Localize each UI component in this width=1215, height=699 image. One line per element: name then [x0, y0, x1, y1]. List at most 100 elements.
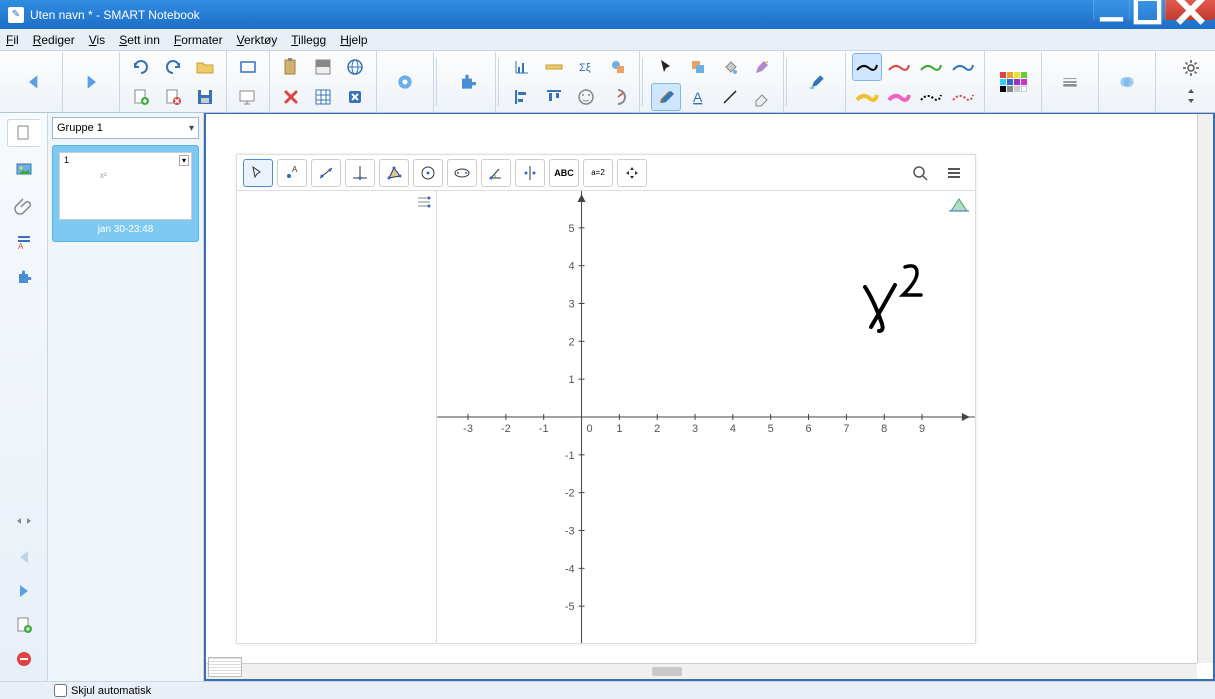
select-tool[interactable] [651, 53, 681, 81]
pen-tool[interactable] [651, 83, 681, 111]
text-tool[interactable]: A [683, 83, 713, 111]
menu-fil[interactable]: Fil [6, 33, 19, 47]
open-button[interactable] [190, 53, 220, 81]
menu-hjelp[interactable]: Hjelp [340, 33, 367, 47]
maximize-button[interactable] [1129, 0, 1165, 20]
ggb-ellipse-tool[interactable] [447, 159, 477, 187]
graph-button[interactable] [507, 53, 537, 81]
ggb-text-tool[interactable]: ABC [549, 159, 579, 187]
screen-capture-button[interactable] [233, 53, 263, 81]
thumb-menu-icon[interactable]: ▾ [179, 155, 189, 166]
ggb-menu-button[interactable] [939, 159, 969, 187]
nav-add-button[interactable] [7, 611, 41, 639]
pen-style-5[interactable] [852, 83, 882, 111]
move-sidebar-button[interactable] [7, 507, 41, 535]
add-page-button[interactable] [126, 83, 156, 111]
eraser-tool[interactable] [747, 83, 777, 111]
pen-style-8[interactable] [948, 83, 978, 111]
ggb-perpline-tool[interactable] [345, 159, 375, 187]
face-button[interactable] [571, 83, 601, 111]
h-scrollbar[interactable] [206, 663, 1197, 679]
tab-attachments[interactable] [7, 191, 41, 219]
math-button[interactable]: Σξ [571, 53, 601, 81]
ggb-graph-view[interactable]: -3-2-10 123456789 54321 -1-2-3-4-5 [437, 191, 975, 643]
tab-gallery[interactable] [7, 155, 41, 183]
ggb-point-tool[interactable]: A [277, 159, 307, 187]
response-button[interactable] [383, 60, 427, 104]
pen-style-2[interactable] [884, 53, 914, 81]
minimize-button[interactable] [1093, 0, 1129, 20]
save-button[interactable] [190, 83, 220, 111]
geogebra-widget[interactable]: A ABC a=2 [236, 154, 976, 644]
pen-style-3[interactable] [916, 53, 946, 81]
table-button[interactable] [308, 83, 338, 111]
ggb-move-tool[interactable] [243, 159, 273, 187]
next-page-button[interactable] [69, 60, 113, 104]
group-selector[interactable]: Gruppe 1 [52, 117, 199, 139]
addon-button[interactable] [445, 60, 489, 104]
prev-page-button[interactable] [12, 60, 56, 104]
delete-page-button[interactable] [158, 83, 188, 111]
v-scrollbar[interactable] [1197, 114, 1213, 663]
keyboard-icon[interactable] [208, 657, 242, 677]
menu-settinn[interactable]: Sett inn [119, 33, 160, 47]
nav-del-button[interactable] [7, 645, 41, 673]
ggb-angle-tool[interactable] [481, 159, 511, 187]
align-top-button[interactable] [539, 83, 569, 111]
screen-shade-button[interactable] [308, 53, 338, 81]
ggb-algebra-view[interactable] [237, 191, 437, 643]
settings-button[interactable] [1177, 55, 1205, 81]
menu-formater[interactable]: Formater [174, 33, 223, 47]
menu-rediger[interactable]: Rediger [33, 33, 75, 47]
hide-auto-checkbox[interactable] [54, 684, 67, 697]
tab-properties[interactable]: A [7, 227, 41, 255]
menu-vis[interactable]: Vis [89, 33, 105, 47]
measurement-button[interactable] [603, 83, 633, 111]
ggb-slider-tool[interactable]: a=2 [583, 159, 613, 187]
line-props-button[interactable] [1048, 60, 1092, 104]
reset-button[interactable] [340, 83, 370, 111]
svg-text:-5: -5 [565, 601, 575, 613]
pen-style-6[interactable] [884, 83, 914, 111]
color-picker-button[interactable] [991, 60, 1035, 104]
window-title: Uten navn * - SMART Notebook [30, 8, 200, 22]
svg-text:-1: -1 [539, 423, 549, 435]
highlighter-button[interactable] [795, 60, 839, 104]
svg-text:5: 5 [568, 223, 574, 235]
delete-button[interactable] [276, 83, 306, 111]
nav-prev-button[interactable] [7, 543, 41, 571]
ruler-button[interactable] [539, 53, 569, 81]
pen-style-7[interactable] [916, 83, 946, 111]
redo-button[interactable] [158, 53, 188, 81]
ggb-sort-icon[interactable] [416, 195, 432, 214]
ggb-reflect-tool[interactable] [515, 159, 545, 187]
fill-tool[interactable] [715, 53, 745, 81]
nav-next-button[interactable] [7, 577, 41, 605]
page-thumbnail[interactable]: 1 x² ▾ jan 30-23:48 [52, 145, 199, 242]
line-tool[interactable] [715, 83, 745, 111]
tab-addons[interactable] [7, 263, 41, 291]
close-button[interactable] [1165, 0, 1215, 20]
transparency-button[interactable] [1105, 60, 1149, 104]
ggb-circle-tool[interactable] [413, 159, 443, 187]
ggb-view-options-icon[interactable] [949, 197, 969, 218]
align-left-button[interactable] [507, 83, 537, 111]
menu-tillegg[interactable]: Tillegg [291, 33, 326, 47]
paste-button[interactable] [276, 53, 306, 81]
magic-pen-tool[interactable] [747, 53, 777, 81]
ggb-line-tool[interactable] [311, 159, 341, 187]
pen-style-4[interactable] [948, 53, 978, 81]
ggb-polygon-tool[interactable] [379, 159, 409, 187]
projector-button[interactable] [233, 83, 263, 111]
ggb-search-button[interactable] [905, 159, 935, 187]
internet-button[interactable] [340, 53, 370, 81]
canvas[interactable]: A ABC a=2 [204, 113, 1215, 681]
tab-page-sorter[interactable] [7, 119, 41, 147]
expand-button[interactable] [1177, 83, 1205, 109]
shapes-button[interactable] [603, 53, 633, 81]
menu-verktoy[interactable]: Verktøy [237, 33, 278, 47]
ggb-movegraph-tool[interactable] [617, 159, 647, 187]
pen-style-1[interactable] [852, 53, 882, 81]
undo-button[interactable] [126, 53, 156, 81]
shape-fill-tool[interactable] [683, 53, 713, 81]
